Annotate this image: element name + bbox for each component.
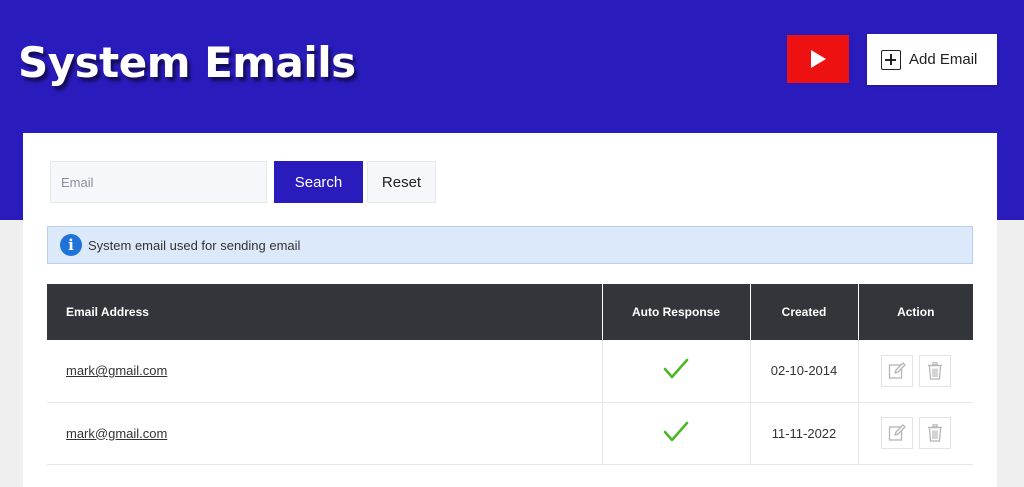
reset-button[interactable]: Reset	[367, 161, 436, 203]
column-header-auto-response: Auto Response	[602, 284, 751, 340]
info-text: System email used for sending email	[88, 237, 301, 253]
table-row: mark@gmail.com 11-11-2022	[47, 402, 973, 465]
info-banner: i System email used for sending email	[47, 226, 973, 264]
email-link[interactable]: mark@gmail.com	[66, 426, 167, 441]
column-header-email: Email Address	[47, 284, 603, 340]
emails-card: Search Reset i System email used for sen…	[23, 133, 997, 487]
emails-table: Email Address Auto Response Created Acti…	[47, 284, 973, 465]
edit-icon	[888, 424, 906, 441]
table-header-row: Email Address Auto Response Created Acti…	[47, 284, 973, 340]
search-button[interactable]: Search	[274, 161, 363, 203]
created-date: 02-10-2014	[750, 340, 859, 403]
trash-icon	[927, 424, 942, 442]
email-link[interactable]: mark@gmail.com	[66, 363, 167, 378]
plus-icon	[881, 49, 901, 70]
edit-icon	[888, 362, 906, 379]
edit-button[interactable]	[880, 354, 913, 387]
check-icon	[663, 421, 689, 441]
created-date: 11-11-2022	[750, 402, 859, 465]
email-search-input[interactable]	[50, 161, 267, 203]
edit-button[interactable]	[880, 417, 913, 449]
check-icon	[663, 358, 689, 379]
delete-button[interactable]	[918, 417, 951, 449]
table-row: mark@gmail.com 02-10-2014	[47, 340, 973, 403]
delete-button[interactable]	[918, 354, 951, 387]
trash-icon	[927, 361, 942, 380]
column-header-action: Action	[858, 284, 973, 340]
play-icon	[811, 50, 826, 68]
add-email-button[interactable]: Add Email	[867, 34, 997, 85]
info-icon: i	[60, 234, 82, 256]
video-tutorial-button[interactable]	[787, 35, 849, 83]
add-email-label: Add Email	[909, 51, 978, 68]
page-title: System Emails	[18, 38, 356, 87]
column-header-created: Created	[750, 284, 859, 340]
